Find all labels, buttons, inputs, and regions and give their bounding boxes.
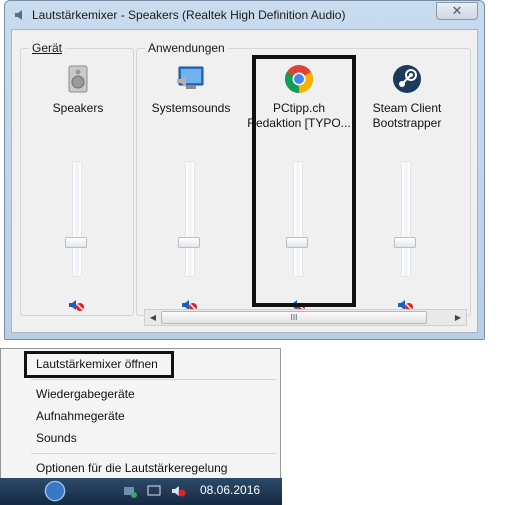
blank-area: [282, 348, 384, 505]
menu-item-sounds[interactable]: Sounds: [36, 431, 77, 445]
channel-systemsounds: Systemsounds: [137, 49, 245, 319]
scroll-left-arrow[interactable]: ◀: [145, 310, 161, 325]
notification-area-icon[interactable]: [42, 480, 68, 502]
volume-slider-thumb[interactable]: [394, 237, 416, 248]
speaker-icon: [15, 10, 22, 20]
volume-slider-thumb[interactable]: [65, 237, 87, 248]
menu-separator: [31, 379, 276, 380]
device-group: Gerät Speakers: [20, 41, 134, 319]
mute-icon[interactable]: [67, 297, 85, 313]
menu-separator: [31, 453, 276, 454]
system-sounds-icon: [177, 66, 204, 89]
menu-item-recording-devices[interactable]: Aufnahmegeräte: [36, 409, 125, 423]
menu-item-playback-devices[interactable]: Wiedergabegeräte: [36, 387, 135, 401]
volume-slider-track[interactable]: [72, 161, 82, 277]
speaker-device-icon: [68, 65, 88, 93]
scrollbar-thumb[interactable]: III: [161, 311, 427, 324]
volume-mixer-window: Lautstärkemixer - Speakers (Realtek High…: [4, 0, 485, 340]
taskbar-date[interactable]: 08.06.2016: [200, 483, 260, 497]
highlight-open-mixer: [24, 351, 174, 378]
close-button[interactable]: ✕: [436, 2, 478, 20]
volume-slider-track[interactable]: [401, 161, 411, 277]
volume-muted-icon[interactable]: [170, 483, 186, 499]
volume-slider-thumb[interactable]: [178, 237, 200, 248]
horizontal-scrollbar[interactable]: ◀ III ▶: [144, 309, 467, 326]
channel-name: Speakers: [52, 101, 104, 115]
channel-name: Systemsounds: [151, 101, 231, 115]
menu-item-volume-options[interactable]: Optionen für die Lautstärkeregelung: [36, 461, 227, 475]
mixer-client-area: Gerät Speakers Anwendungen Systemsounds …: [11, 29, 478, 333]
channel-name: Steam Client Bootstrapper: [372, 101, 442, 130]
monitor-icon[interactable]: [146, 483, 162, 499]
title-bar: Lautstärkemixer - Speakers (Realtek High…: [5, 1, 484, 29]
channel-steam: Steam Client Bootstrapper: [353, 49, 461, 319]
window-title: Lautstärkemixer - Speakers (Realtek High…: [32, 8, 346, 22]
volume-slider-track[interactable]: [185, 161, 195, 277]
channel-speakers: Speakers: [24, 49, 132, 319]
scroll-right-arrow[interactable]: ▶: [450, 310, 466, 325]
highlight-chrome-channel: [252, 55, 356, 307]
taskbar: 08.06.2016: [0, 478, 282, 505]
network-icon[interactable]: [122, 483, 138, 499]
steam-icon: [393, 65, 421, 93]
